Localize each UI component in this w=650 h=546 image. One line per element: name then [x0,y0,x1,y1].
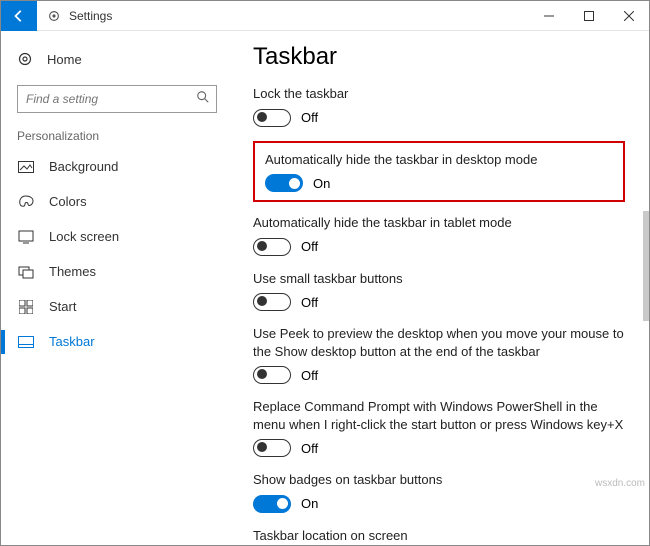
sidebar-item-taskbar[interactable]: Taskbar [1,324,233,359]
toggle-autohide-desktop[interactable] [265,174,303,192]
back-button[interactable] [1,1,37,31]
taskbar-icon [17,336,35,348]
setting-badges: Show badges on taskbar buttons On [253,471,625,513]
sidebar-item-background[interactable]: Background [1,149,233,184]
toggle-state: Off [301,295,318,310]
start-icon [17,300,35,314]
toggle-state: Off [301,110,318,125]
highlight-autohide-desktop: Automatically hide the taskbar in deskto… [253,141,625,203]
close-button[interactable] [609,1,649,31]
settings-icon [47,9,61,23]
home-button[interactable]: Home [1,45,233,73]
toggle-state: On [313,176,330,191]
setting-label: Use Peek to preview the desktop when you… [253,325,625,360]
setting-label: Show badges on taskbar buttons [253,471,625,489]
toggle-state: Off [301,368,318,383]
setting-label: Taskbar location on screen [253,527,625,545]
active-indicator [1,330,5,354]
content: Taskbar Lock the taskbar Off Automatical… [233,31,649,545]
arrow-left-icon [12,9,26,23]
sidebar-item-label: Taskbar [49,334,95,349]
sidebar-item-themes[interactable]: Themes [1,254,233,289]
sidebar-item-label: Themes [49,264,96,279]
toggle-state: Off [301,239,318,254]
setting-label: Automatically hide the taskbar in deskto… [265,151,613,169]
setting-location: Taskbar location on screen Bottom ⌄ [253,527,625,545]
search-icon [196,90,210,104]
watermark: wsxdn.com [595,478,645,489]
sidebar-item-lockscreen[interactable]: Lock screen [1,219,233,254]
titlebar: Settings [1,1,649,31]
setting-autohide-tablet: Automatically hide the taskbar in tablet… [253,214,625,256]
sidebar-item-colors[interactable]: Colors [1,184,233,219]
picture-icon [17,161,35,173]
search-wrap [17,85,217,113]
gear-icon [17,51,33,67]
toggle-small-buttons[interactable] [253,293,291,311]
toggle-badges[interactable] [253,495,291,513]
lock-screen-icon [17,230,35,244]
setting-powershell: Replace Command Prompt with Windows Powe… [253,398,625,457]
sidebar-item-label: Colors [49,194,87,209]
toggle-powershell[interactable] [253,439,291,457]
setting-label: Lock the taskbar [253,85,625,103]
setting-small-buttons: Use small taskbar buttons Off [253,270,625,312]
palette-icon [17,195,35,209]
sidebar-item-label: Background [49,159,118,174]
window-title: Settings [69,9,112,23]
window-controls [529,1,649,31]
home-label: Home [47,52,82,67]
sidebar-item-label: Start [49,299,76,314]
setting-label: Use small taskbar buttons [253,270,625,288]
setting-label: Automatically hide the taskbar in tablet… [253,214,625,232]
themes-icon [17,265,35,279]
maximize-button[interactable] [569,1,609,31]
setting-label: Replace Command Prompt with Windows Powe… [253,398,625,433]
toggle-lock-taskbar[interactable] [253,109,291,127]
setting-lock-taskbar: Lock the taskbar Off [253,85,625,127]
toggle-autohide-tablet[interactable] [253,238,291,256]
setting-peek: Use Peek to preview the desktop when you… [253,325,625,384]
minimize-button[interactable] [529,1,569,31]
toggle-state: On [301,496,318,511]
toggle-peek[interactable] [253,366,291,384]
page-title: Taskbar [253,43,625,71]
sidebar-item-start[interactable]: Start [1,289,233,324]
toggle-state: Off [301,441,318,456]
section-label: Personalization [1,123,233,149]
search-input[interactable] [17,85,217,113]
sidebar-item-label: Lock screen [49,229,119,244]
sidebar: Home Personalization Background Colors L… [1,31,233,545]
scrollbar[interactable] [643,211,649,321]
